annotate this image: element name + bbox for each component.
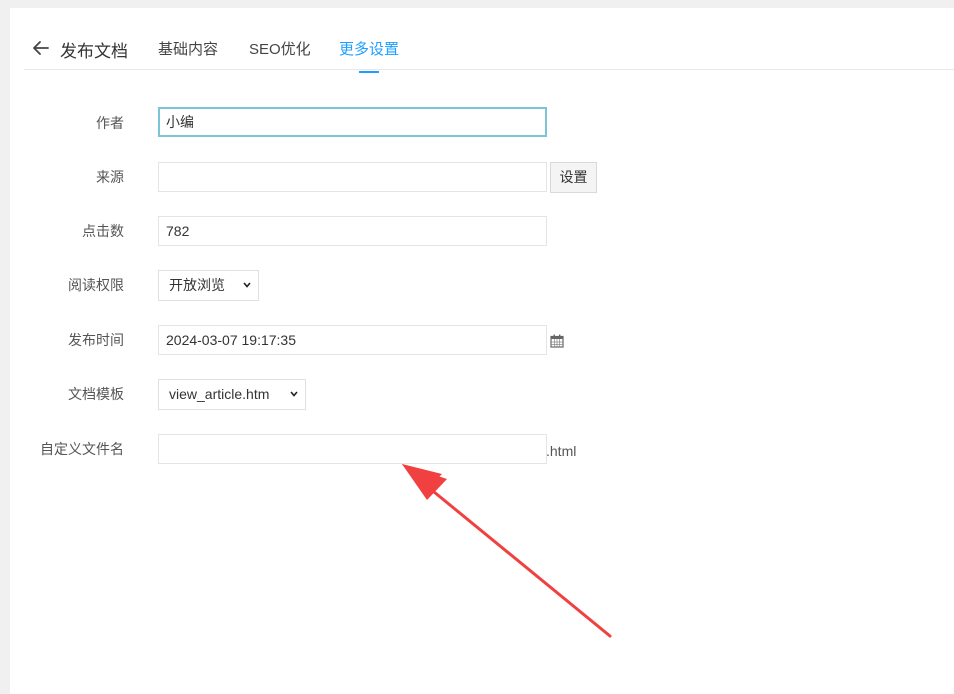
active-tab-indicator	[359, 71, 379, 73]
filename-input[interactable]	[158, 434, 547, 464]
tab-seo[interactable]: SEO优化	[249, 38, 311, 59]
chevron-down-icon	[243, 282, 251, 288]
main-panel: 发布文档 基础内容 SEO优化 更多设置 作者 小编 来源 设置 点击数 782…	[10, 8, 954, 694]
tab-more-settings-label: 更多设置	[339, 41, 400, 58]
page-header: 发布文档 基础内容 SEO优化 更多设置	[24, 8, 954, 73]
chevron-down-icon	[290, 391, 298, 397]
template-selected: view_article.htm	[169, 386, 270, 402]
permission-select[interactable]: 开放浏览	[158, 270, 259, 301]
author-input[interactable]: 小编	[158, 107, 547, 137]
filename-label: 自定义文件名	[40, 441, 124, 457]
tab-basic-content[interactable]: 基础内容	[158, 38, 218, 59]
clicks-label: 点击数	[82, 223, 124, 239]
page-title: 发布文档	[60, 42, 128, 61]
source-label: 来源	[96, 169, 124, 185]
author-label: 作者	[96, 115, 124, 131]
calendar-icon[interactable]	[550, 334, 564, 348]
template-select[interactable]: view_article.htm	[158, 379, 306, 410]
source-settings-button[interactable]: 设置	[550, 162, 597, 193]
permission-label: 阅读权限	[68, 277, 124, 293]
tab-more-settings[interactable]: 更多设置	[339, 38, 400, 73]
template-label: 文档模板	[68, 386, 124, 402]
permission-selected: 开放浏览	[169, 277, 225, 293]
clicks-input[interactable]: 782	[158, 216, 547, 246]
filename-suffix: .html	[546, 443, 577, 459]
source-input[interactable]	[158, 162, 547, 192]
back-arrow-icon[interactable]	[32, 38, 50, 58]
publish-time-label: 发布时间	[68, 332, 124, 348]
publish-time-input[interactable]: 2024-03-07 19:17:35	[158, 325, 547, 355]
